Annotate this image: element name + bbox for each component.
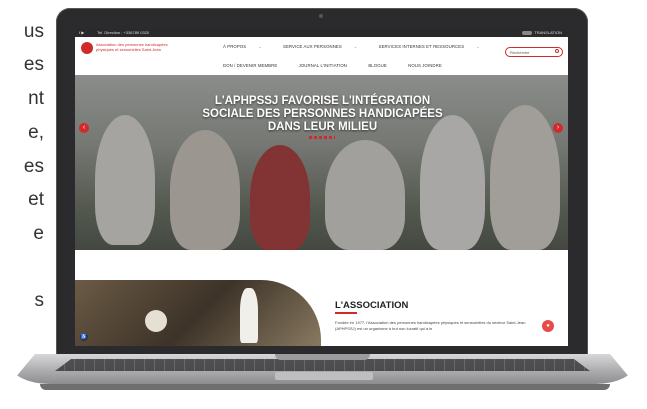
chevron-down-icon: ⌄ — [353, 44, 358, 49]
carousel-prev-button[interactable]: ‹ — [79, 123, 89, 133]
photo-figure — [240, 288, 258, 343]
section-title-underline — [335, 312, 357, 314]
nav-label: À PROPOS — [223, 44, 247, 49]
search-placeholder: Recherche — [510, 49, 530, 55]
laptop-keyboard — [55, 359, 590, 371]
nav-label: BLOGUE — [368, 63, 387, 68]
laptop-screen: f ▶ Tel. Direction : +336789 0320 TRANSL… — [75, 28, 568, 346]
toggle-switch-icon — [522, 30, 533, 35]
laptop-base-shadow — [40, 384, 610, 390]
laptop-trackpad — [275, 372, 373, 380]
hero-banner: L'APHPSSJ FAVORISE L'INTÉGRATION SOCIALE… — [75, 75, 568, 250]
chevron-down-icon: ⌄ — [258, 44, 262, 49]
nav-item-service-personnes[interactable]: SERVICE AUX PERSONNES ⌄ — [283, 44, 367, 56]
laptop-base — [10, 354, 635, 392]
webcam — [319, 14, 323, 18]
laptop-hinge-notch — [275, 354, 370, 360]
search-icon[interactable] — [555, 49, 559, 53]
nav-label: DON / DEVENIR MEMBRE — [223, 63, 278, 68]
nav-label: SERVICE AUX PERSONNES — [283, 44, 342, 49]
nav-item-don[interactable]: DON / DEVENIR MEMBRE — [223, 63, 287, 75]
translation-toggle[interactable]: TRANSLATION — [522, 30, 562, 35]
accessibility-icon[interactable]: ♿ — [80, 333, 88, 341]
nav-item-a-propos[interactable]: À PROPOS ⌄ — [223, 44, 272, 56]
carousel-next-button[interactable]: › — [553, 123, 563, 133]
photo-figure — [145, 310, 167, 332]
social-icons[interactable]: f ▶ — [79, 30, 84, 35]
hero-title: L'APHPSSJ FAVORISE L'INTÉGRATION SOCIALE… — [202, 95, 443, 133]
nav-item-services-internes[interactable]: SERVICES INTERNES ET RESSOURCES ⌄ — [379, 44, 490, 56]
nav-label: SERVICES INTERNES ET RESSOURCES — [378, 44, 465, 49]
phone-number: Tel. Direction : +336789 0320 — [97, 30, 150, 35]
association-section: L'ASSOCIATION Fondée en 1977, l'Associat… — [75, 250, 568, 346]
nav-item-journal[interactable]: JOURNAL L'INITIATION — [299, 63, 357, 75]
site-brand-name[interactable]: Association des personnes handicapées ph… — [96, 42, 186, 52]
translation-label: TRANSLATION — [534, 30, 562, 35]
hero-divider-dots — [309, 136, 335, 139]
laptop-mockup: f ▶ Tel. Direction : +336789 0320 TRANSL… — [0, 0, 647, 409]
site-logo[interactable] — [81, 42, 93, 54]
association-photo — [75, 280, 321, 346]
search-input[interactable]: Recherche — [505, 47, 563, 57]
nav-item-nous-joindre[interactable]: NOUS JOINDRE — [408, 63, 452, 75]
section-text: Fondée en 1977, l'Association des person… — [335, 320, 526, 331]
section-title: L'ASSOCIATION — [335, 300, 409, 311]
site-header: Association des personnes handicapées ph… — [75, 37, 568, 75]
nav-label: JOURNAL L'INITIATION — [298, 63, 348, 68]
chevron-down-icon: ⌄ — [476, 44, 480, 49]
nav-label: NOUS JOINDRE — [408, 63, 442, 68]
nav-item-blogue[interactable]: BLOGUE — [368, 63, 397, 75]
site-topbar: f ▶ Tel. Direction : +336789 0320 TRANSL… — [75, 28, 568, 37]
chat-bubble-icon[interactable]: ● — [542, 320, 554, 332]
